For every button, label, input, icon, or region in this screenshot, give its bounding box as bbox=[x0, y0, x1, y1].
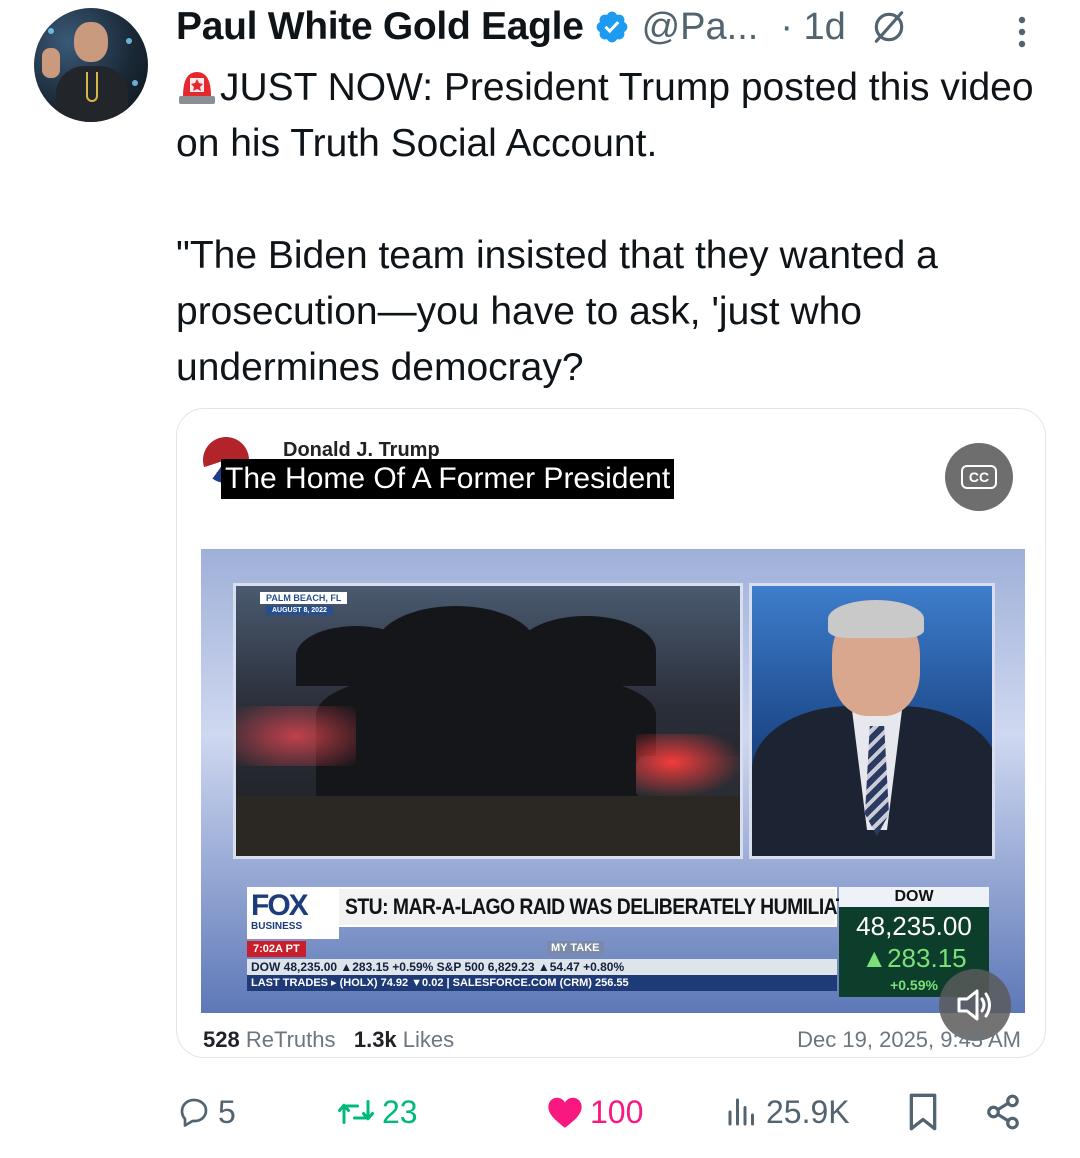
ground bbox=[236, 796, 740, 856]
anchor-hair bbox=[828, 600, 924, 638]
reply-button[interactable]: 5 bbox=[176, 1086, 236, 1138]
market-ticker: DOW 48,235.00 ▲283.15 +0.59% S&P 500 6,8… bbox=[247, 959, 837, 975]
bookmark-icon bbox=[909, 1093, 937, 1131]
retruths-count: 528 bbox=[203, 1027, 240, 1052]
truth-social-card[interactable]: Donald J. Trump The Home Of A Former Pre… bbox=[176, 408, 1046, 1058]
post-header: Paul White Gold Eagle @Pa... · 1d bbox=[176, 4, 908, 50]
verified-badge-icon bbox=[596, 11, 627, 43]
police-lights bbox=[636, 734, 740, 804]
video-scene-anchor bbox=[749, 583, 995, 859]
palm-tree bbox=[376, 606, 536, 686]
broadcast-time: 7:02A PT bbox=[247, 941, 306, 957]
share-icon bbox=[987, 1094, 1019, 1130]
avatar-decor bbox=[132, 80, 138, 86]
network-sub: BUSINESS bbox=[251, 921, 303, 932]
truth-date: Dec 19, 2025, 9:43 AM bbox=[797, 1027, 1021, 1052]
views-icon bbox=[728, 1098, 754, 1126]
post-text: JUST NOW: President Trump posted this vi… bbox=[176, 60, 1046, 396]
like-count: 100 bbox=[590, 1093, 644, 1130]
avatar-hand bbox=[42, 48, 60, 78]
repost-count: 23 bbox=[382, 1093, 418, 1130]
share-button[interactable] bbox=[984, 1086, 1028, 1138]
last-trades-ticker: LAST TRADES ▸ (HOLX) 74.92 ▼0.02 | SALES… bbox=[247, 975, 837, 991]
network-name: FOX bbox=[251, 889, 309, 922]
author-name[interactable]: Paul White Gold Eagle bbox=[176, 5, 584, 49]
closed-captions-button[interactable]: CC bbox=[945, 443, 1013, 511]
reply-count: 5 bbox=[218, 1093, 236, 1130]
location-tag: PALM BEACH, FL bbox=[260, 592, 348, 604]
more-options-icon[interactable] bbox=[1014, 12, 1030, 52]
avatar-decor bbox=[126, 38, 132, 44]
retruths-label: ReTruths bbox=[245, 1027, 336, 1052]
avatar-decor bbox=[48, 28, 54, 34]
post-timestamp[interactable]: · 1d bbox=[780, 6, 845, 49]
likes-label: Likes bbox=[402, 1027, 455, 1052]
repost-button[interactable]: 23 bbox=[336, 1086, 418, 1138]
avatar-chain bbox=[86, 72, 98, 102]
location-date: AUGUST 8, 2022 bbox=[266, 606, 333, 615]
dow-value: 48,235.00 bbox=[856, 911, 972, 941]
heart-icon bbox=[548, 1097, 582, 1128]
siren-emoji-icon bbox=[179, 72, 215, 104]
dow-label: DOW bbox=[839, 887, 989, 907]
avatar-face bbox=[74, 22, 108, 62]
author-avatar[interactable] bbox=[34, 8, 148, 122]
bookmark-button[interactable] bbox=[906, 1086, 946, 1138]
video-player[interactable]: PALM BEACH, FL AUGUST 8, 2022 STU: MAR-A… bbox=[201, 549, 1025, 1013]
cc-icon: CC bbox=[960, 465, 998, 489]
grok-icon[interactable] bbox=[870, 8, 908, 46]
video-scene-palm-beach: PALM BEACH, FL AUGUST 8, 2022 bbox=[233, 583, 743, 859]
truth-stats: 528 ReTruths 1.3k Likes bbox=[203, 1027, 454, 1053]
chyron-headline: STU: MAR-A-LAGO RAID WAS DELIBERATELY HU… bbox=[345, 894, 880, 919]
like-button[interactable]: 100 bbox=[546, 1086, 643, 1138]
speaker-icon bbox=[957, 989, 991, 1021]
segment-tag: MY TAKE bbox=[547, 941, 604, 955]
tree-mass bbox=[316, 676, 656, 806]
video-caption: The Home Of A Former President bbox=[221, 459, 675, 499]
red-light bbox=[236, 706, 356, 766]
views-count: 25.9K bbox=[766, 1093, 850, 1130]
repost-icon bbox=[338, 1100, 374, 1124]
author-handle[interactable]: @Pa... bbox=[642, 6, 759, 49]
post-text-body: JUST NOW: President Trump posted this vi… bbox=[176, 66, 1034, 389]
reply-icon bbox=[180, 1098, 208, 1127]
post-actions: 5 23 100 25.9K bbox=[176, 1086, 1046, 1138]
views-button[interactable]: 25.9K bbox=[724, 1086, 850, 1138]
fox-business-logo: FOX BUSINESS bbox=[247, 887, 339, 939]
likes-count: 1.3k bbox=[353, 1027, 397, 1052]
